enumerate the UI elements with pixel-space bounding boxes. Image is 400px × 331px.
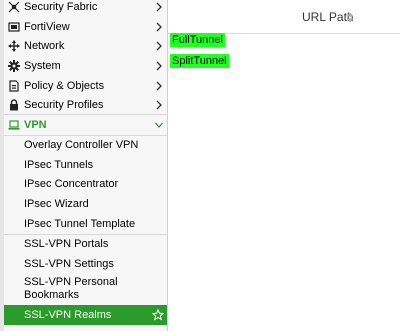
sidebar-subitem-label: SSL-VPN Personal Bookmarks	[24, 276, 118, 301]
chevron-right-icon	[156, 41, 162, 51]
table-header: URL Path	[168, 0, 400, 34]
table-row[interactable]: SplitTunnel	[170, 51, 229, 71]
sidebar-item-label: VPN	[24, 119, 47, 131]
main-content: URL Path FullTunnel SplitTunnel	[168, 0, 400, 331]
chevron-right-icon	[156, 2, 162, 12]
chevron-down-icon	[155, 122, 163, 128]
sidebar-subitem-label: IPsec Tunnels	[24, 159, 94, 171]
chevron-right-icon	[156, 61, 162, 71]
sidebar-subitem-label: SSL-VPN Realms	[24, 309, 112, 321]
fortiview-icon	[8, 22, 20, 32]
sidebar-item-fortiview[interactable]: FortiView	[4, 17, 167, 37]
sidebar-item-label: Security Profiles	[24, 99, 104, 111]
security-fabric-icon	[8, 1, 20, 13]
sidebar-subitem-ssl-vpn-realms[interactable]: SSL-VPN Realms	[4, 305, 167, 325]
sidebar-item-security-fabric[interactable]: Security Fabric	[4, 0, 167, 17]
chevron-right-icon	[156, 22, 162, 32]
sidebar-subitem-ipsec-wizard[interactable]: IPsec Wizard	[4, 194, 167, 214]
sidebar-subitem-ipsec-tunnels[interactable]: IPsec Tunnels	[4, 155, 167, 175]
sidebar-subitem-label: SSL-VPN Portals	[24, 238, 109, 250]
sidebar-subitem-label: Overlay Controller VPN	[24, 139, 139, 151]
sidebar-item-system[interactable]: System	[4, 56, 167, 76]
app-window: Security Fabric FortiView Network System…	[0, 0, 400, 331]
chevron-right-icon	[156, 100, 162, 110]
network-icon	[8, 40, 20, 52]
sidebar-item-security-profiles[interactable]: Security Profiles	[4, 95, 167, 115]
table-row[interactable]: FullTunnel	[170, 30, 225, 50]
sidebar-item-label: Security Fabric	[24, 1, 98, 13]
sidebar-item-label: FortiView	[24, 21, 70, 33]
sidebar-item-label: Network	[24, 40, 65, 52]
sidebar-item-vpn[interactable]: VPN	[4, 115, 167, 135]
sidebar-subitem-label: IPsec Wizard	[24, 198, 89, 210]
sidebar-item-label: Policy & Objects	[24, 80, 105, 92]
sidebar-subitem-ssl-vpn-settings[interactable]: SSL-VPN Settings	[4, 254, 167, 274]
sidebar-subitem-ssl-vpn-personal-bookmarks[interactable]: SSL-VPN Personal Bookmarks	[4, 274, 167, 304]
policy-icon	[9, 80, 19, 92]
sidebar-subitem-label: IPsec Tunnel Template	[24, 218, 136, 230]
url-path-cell: FullTunnel	[170, 33, 225, 47]
gear-icon	[8, 60, 20, 72]
sidebar: Security Fabric FortiView Network System…	[4, 0, 168, 331]
sidebar-item-network[interactable]: Network	[4, 36, 167, 56]
sidebar-subitem-label: IPsec Concentrator	[24, 178, 119, 190]
sidebar-subitem-ssl-vpn-portals[interactable]: SSL-VPN Portals	[4, 234, 167, 254]
sidebar-subitem-overlay-controller-vpn[interactable]: Overlay Controller VPN	[4, 135, 167, 155]
chevron-right-icon	[156, 81, 162, 91]
sidebar-subitem-ipsec-concentrator[interactable]: IPsec Concentrator	[4, 174, 167, 194]
sidebar-subitem-ipsec-tunnel-template[interactable]: IPsec Tunnel Template	[4, 214, 167, 234]
sort-icon[interactable]	[346, 12, 354, 23]
url-path-cell: SplitTunnel	[170, 54, 229, 68]
laptop-icon	[8, 120, 20, 130]
lock-icon	[10, 99, 18, 111]
sidebar-item-policy-objects[interactable]: Policy & Objects	[4, 76, 167, 96]
sidebar-item-label: System	[24, 60, 61, 72]
star-icon[interactable]	[152, 309, 164, 321]
sidebar-subitem-label: SSL-VPN Settings	[24, 258, 114, 270]
